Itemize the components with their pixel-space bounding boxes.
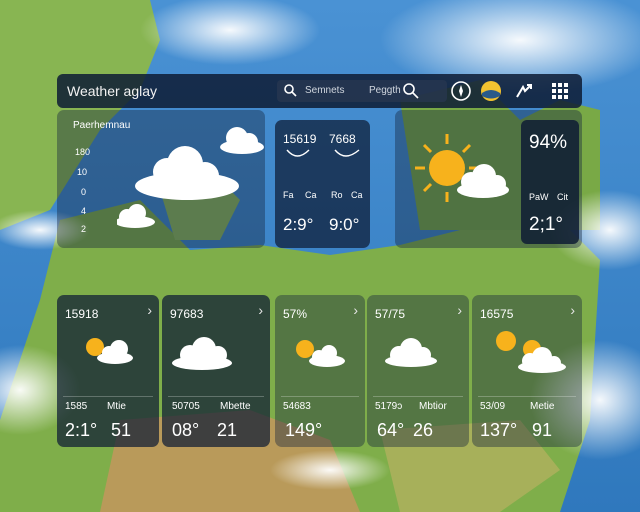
scale-label: 180 xyxy=(75,147,91,157)
temp-right: 9:0° xyxy=(329,215,360,234)
scale-label: 0 xyxy=(81,187,87,197)
cloud-icon xyxy=(385,338,437,367)
current-temp: 2;1° xyxy=(529,214,564,235)
chevron-right-icon[interactable]: › xyxy=(457,302,462,318)
detail-label: Fa xyxy=(283,190,294,200)
scale-label: 2 xyxy=(81,224,87,234)
search-text-2: Peggth xyxy=(369,85,401,96)
chevron-right-icon[interactable]: › xyxy=(258,302,263,318)
forecast-sub-left: 53/09 xyxy=(480,401,506,412)
forecast-extra: 91 xyxy=(532,420,553,440)
forecast-card[interactable]: 16575 › 53/09 Metie 137° 91 xyxy=(472,295,582,447)
forecast-temp: 08° xyxy=(172,420,200,440)
cloud-icon xyxy=(117,127,264,228)
forecast-top: 57/75 xyxy=(375,307,406,321)
scale-label: 4 xyxy=(81,206,87,216)
forecast-top: 57% xyxy=(283,307,308,321)
forecast-card[interactable]: 97683 › 50705 Mbette 08° 21 xyxy=(162,295,270,447)
weather-toggle-icon[interactable] xyxy=(479,79,503,103)
forecast-temp: 2:1° xyxy=(65,420,98,440)
detail-label: Ca xyxy=(305,190,317,200)
forecast-temp: 64° xyxy=(377,420,405,440)
chevron-right-icon[interactable]: › xyxy=(147,302,152,318)
compass-icon[interactable] xyxy=(449,79,473,103)
forecast-temp: 149° xyxy=(285,420,323,440)
search-icon xyxy=(284,84,297,97)
forecast-card[interactable]: 57% › 54683 149° xyxy=(275,295,365,447)
grid-menu-icon[interactable] xyxy=(548,79,572,103)
value-right: 7668 xyxy=(329,132,356,146)
forecast-card[interactable]: 57/75 › 5179ɔ Mbtior 64° 26 xyxy=(367,295,469,447)
moon-icon xyxy=(286,149,360,157)
forecast-sub-right: Mbtior xyxy=(419,401,447,412)
forecast-card[interactable]: 15918 › 1585 Mtie 2:1° 51 xyxy=(57,295,159,447)
detail-label: Cit xyxy=(557,192,568,202)
current-details: 94% PaW Cit 2;1° xyxy=(521,120,579,244)
detail-label: Ca xyxy=(351,190,363,200)
value-left: 15619 xyxy=(283,132,317,146)
map-panel[interactable]: Paerhemnau 180 10 0 4 2 xyxy=(57,110,265,248)
sun-cloud-icon xyxy=(86,338,133,364)
sun-cloud-icon xyxy=(415,134,509,202)
forecast-sub-left: 54683 xyxy=(283,401,311,412)
forecast-top: 15918 xyxy=(65,307,99,321)
forecast-top: 97683 xyxy=(170,307,204,321)
sun-cloud-icon xyxy=(296,340,345,367)
forecast-extra: 26 xyxy=(413,420,434,440)
summary-card[interactable]: 15619 7668 Fa Ca Ro Ca 2:9° 9:0° xyxy=(275,120,370,248)
forecast-sub-right: Mbette xyxy=(220,401,251,412)
app-title: Weather aglay xyxy=(67,83,158,99)
detail-label: PaW xyxy=(529,192,549,202)
forecast-sub-left: 5179ɔ xyxy=(375,401,403,412)
cloud-icon xyxy=(172,337,232,370)
current-weather-card[interactable]: 94% PaW Cit 2;1° xyxy=(395,110,582,248)
scale-label: 10 xyxy=(77,167,88,177)
temp-left: 2:9° xyxy=(283,215,314,234)
forecast-temp: 137° xyxy=(480,420,518,440)
search-text-1: Semnets xyxy=(305,85,345,96)
forecast-sub-left: 1585 xyxy=(65,401,88,412)
humidity-value: 94% xyxy=(529,132,568,153)
forecast-extra: 51 xyxy=(111,420,132,440)
chevron-right-icon[interactable]: › xyxy=(570,302,575,318)
forecast-sub-right: Metie xyxy=(530,401,555,412)
search-icon[interactable] xyxy=(399,79,423,103)
detail-label: Ro xyxy=(331,190,343,200)
wind-icon[interactable] xyxy=(512,79,536,103)
forecast-sub-left: 50705 xyxy=(172,401,200,412)
forecast-extra: 21 xyxy=(217,420,238,440)
chevron-right-icon[interactable]: › xyxy=(353,302,358,318)
forecast-top: 16575 xyxy=(480,307,514,321)
sun-sun-cloud-icon xyxy=(496,331,566,373)
top-bar: Weather aglay Semnets Peggth xyxy=(57,74,582,108)
forecast-sub-right: Mtie xyxy=(107,401,126,412)
